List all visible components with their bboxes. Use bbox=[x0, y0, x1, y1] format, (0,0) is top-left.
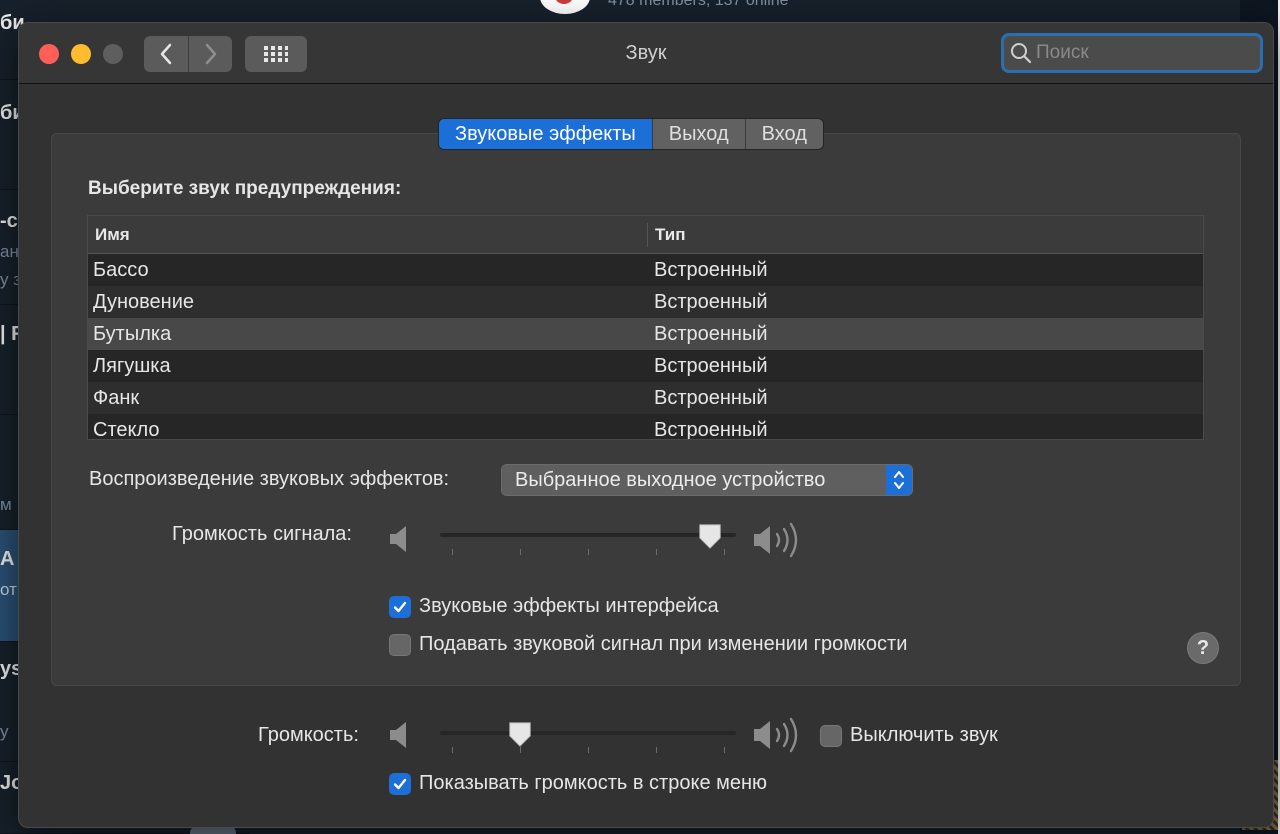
tab-output[interactable]: Выход bbox=[651, 119, 745, 149]
chat-title-fragment: А bbox=[0, 548, 15, 570]
table-row-selected[interactable]: Бутылка Встроенный bbox=[88, 318, 1203, 350]
sound-name: Стекло bbox=[93, 418, 160, 440]
chat-preview-fragment: от bbox=[0, 580, 17, 599]
table-row[interactable]: Лягушка Встроенный bbox=[88, 350, 1203, 382]
select-arrows-icon bbox=[886, 465, 912, 495]
playback-device-select[interactable]: Выбранное выходное устройство bbox=[501, 464, 913, 496]
slider-tick bbox=[656, 549, 657, 555]
slider-tick bbox=[520, 549, 521, 555]
column-header-type[interactable]: Тип bbox=[648, 216, 1203, 253]
volume-feedback-checkbox[interactable]: Подавать звуковой сигнал при изменении г… bbox=[389, 633, 907, 656]
sound-type: Встроенный bbox=[654, 386, 768, 409]
alert-sound-label: Выберите звук предупреждения: bbox=[88, 178, 402, 199]
checkmark-icon bbox=[393, 601, 407, 612]
search-field[interactable]: Поиск bbox=[1001, 33, 1263, 73]
playback-label: Воспроизведение звуковых эффектов: bbox=[89, 468, 450, 490]
background-chat-header: 478 members, 137 online bbox=[250, 0, 1250, 22]
tab-bar: Звуковые эффекты Выход Вход bbox=[438, 118, 824, 150]
slider-tick bbox=[724, 747, 725, 753]
mute-checkbox[interactable]: Выключить звук bbox=[820, 724, 998, 747]
chat-title-fragment: -с bbox=[0, 210, 18, 232]
tab-input[interactable]: Вход bbox=[744, 119, 823, 149]
table-row[interactable]: Дуновение Встроенный bbox=[88, 286, 1203, 318]
sound-type: Встроенный bbox=[654, 322, 768, 345]
slider-knob[interactable] bbox=[697, 523, 723, 549]
chat-preview-fragment: м bbox=[0, 495, 12, 514]
sound-name: Бутылка bbox=[93, 322, 172, 345]
slider-knob[interactable] bbox=[507, 721, 533, 747]
alert-sound-table[interactable]: Имя Тип Бассо Встроенный Дуновение Встро… bbox=[87, 215, 1204, 440]
chat-preview-fragment: ан bbox=[0, 242, 19, 261]
sound-name: Лягушка bbox=[93, 354, 171, 377]
speaker-high-icon bbox=[754, 522, 798, 558]
speaker-high-icon bbox=[754, 717, 798, 753]
sound-name: Фанк bbox=[93, 386, 140, 409]
output-volume-slider[interactable] bbox=[440, 721, 736, 761]
search-placeholder: Поиск bbox=[1036, 42, 1089, 63]
table-row[interactable]: Фанк Встроенный bbox=[88, 382, 1203, 414]
sound-type: Встроенный bbox=[654, 354, 768, 377]
playback-device-value: Выбранное выходное устройство bbox=[515, 468, 826, 491]
slider-track bbox=[440, 533, 736, 537]
sound-name: Дуновение bbox=[93, 290, 195, 313]
checkbox-unchecked[interactable] bbox=[389, 633, 411, 656]
slider-tick bbox=[452, 549, 453, 555]
slider-tick bbox=[520, 747, 521, 753]
mute-label: Выключить звук bbox=[850, 724, 998, 746]
alert-volume-label: Громкость сигнала: bbox=[172, 523, 352, 545]
checkbox-checked[interactable] bbox=[389, 595, 411, 618]
checkbox-unchecked[interactable] bbox=[820, 724, 842, 747]
title-bar: Звук Поиск bbox=[19, 23, 1273, 84]
sound-type: Встроенный bbox=[654, 258, 768, 281]
alert-volume-slider[interactable] bbox=[440, 523, 736, 563]
show-volume-in-menubar-checkbox[interactable]: Показывать громкость в строке меню bbox=[389, 772, 767, 795]
show-volume-in-menubar-label: Показывать громкость в строке меню bbox=[419, 772, 768, 794]
checkbox-checked[interactable] bbox=[389, 772, 411, 795]
speaker-low-icon bbox=[390, 722, 406, 748]
chat-preview-fragment: у bbox=[0, 722, 9, 741]
sound-type: Встроенный bbox=[654, 418, 768, 440]
speaker-low-icon bbox=[390, 526, 406, 552]
sound-name: Бассо bbox=[93, 258, 149, 281]
slider-tick bbox=[588, 747, 589, 753]
chat-avatar[interactable] bbox=[540, 0, 590, 14]
ui-sound-effects-checkbox[interactable]: Звуковые эффекты интерфейса bbox=[389, 595, 719, 618]
ui-sound-effects-label: Звуковые эффекты интерфейса bbox=[419, 595, 719, 617]
slider-tick bbox=[656, 747, 657, 753]
volume-feedback-label: Подавать звуковой сигнал при изменении г… bbox=[419, 633, 908, 655]
table-row[interactable]: Стекло Встроенный bbox=[88, 414, 1203, 440]
help-button[interactable]: ? bbox=[1187, 632, 1219, 664]
search-icon bbox=[1011, 43, 1032, 64]
sound-type: Встроенный bbox=[654, 290, 768, 313]
output-volume-label: Громкость: bbox=[258, 724, 359, 746]
checkmark-icon bbox=[393, 778, 407, 789]
chat-members-count: 478 members, 137 online bbox=[608, 0, 789, 9]
tab-sound-effects[interactable]: Звуковые эффекты bbox=[439, 119, 652, 149]
column-header-name[interactable]: Имя bbox=[88, 222, 648, 247]
slider-track bbox=[440, 731, 736, 735]
table-row[interactable]: Бассо Встроенный bbox=[88, 254, 1203, 286]
slider-tick bbox=[724, 549, 725, 555]
slider-tick bbox=[452, 747, 453, 753]
sound-preferences-window: Звук Поиск Звуковые эффекты Выход Вход В… bbox=[18, 22, 1274, 828]
slider-tick bbox=[588, 549, 589, 555]
table-header: Имя Тип bbox=[88, 216, 1203, 254]
